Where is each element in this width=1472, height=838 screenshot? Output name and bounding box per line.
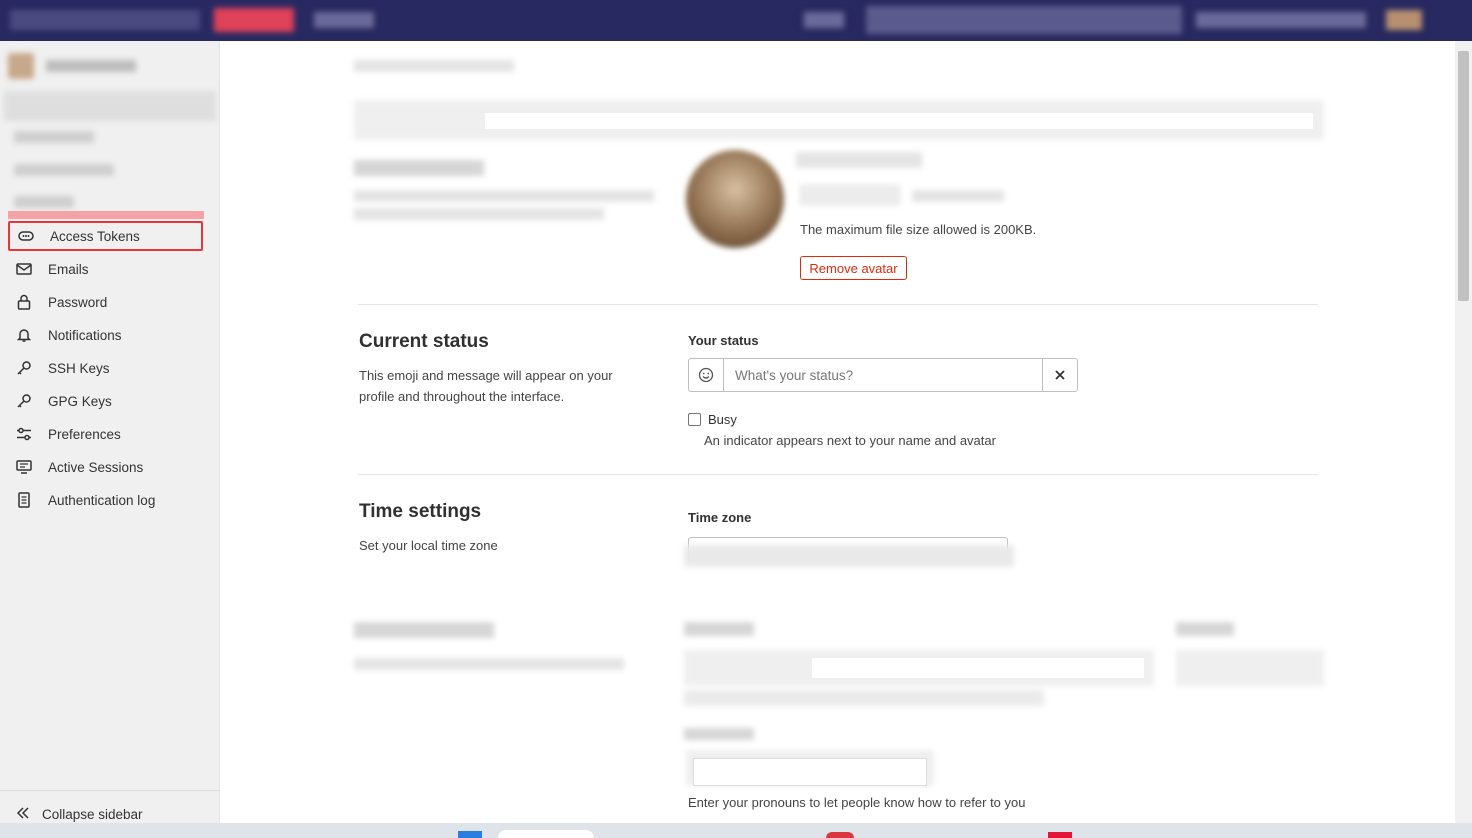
avatar-section-title	[354, 160, 484, 176]
time-section-desc: Set your local time zone	[359, 538, 498, 553]
page-scrollbar[interactable]	[1455, 41, 1472, 823]
avatar-max-size-text: The maximum file size allowed is 200KB.	[800, 222, 1037, 237]
os-taskbar	[0, 823, 1472, 838]
smiley-icon	[698, 367, 714, 383]
main-settings-title	[354, 622, 494, 638]
collapse-sidebar-label: Collapse sidebar	[42, 807, 143, 822]
sidebar-item-label: Password	[48, 294, 108, 310]
start-button[interactable]	[458, 831, 482, 838]
field-label-blurred-1	[684, 622, 754, 636]
status-input-group	[688, 358, 1078, 392]
taskbar-app-icon[interactable]	[1048, 832, 1072, 838]
sidebar-item-password[interactable]: Password	[8, 287, 203, 317]
page-header-field	[484, 112, 1314, 130]
sidebar-item-label: SSH Keys	[48, 360, 110, 376]
field-input-inner	[812, 658, 1144, 678]
divider	[358, 474, 1318, 475]
sidebar-item-label: Notifications	[48, 327, 122, 343]
sidebar-item-label: Preferences	[48, 426, 121, 442]
monitor-icon	[16, 459, 32, 475]
user-avatar[interactable]	[1386, 10, 1422, 30]
search-input[interactable]	[866, 6, 1182, 34]
bell-icon	[16, 327, 32, 343]
sidebar-item-label: GPG Keys	[48, 393, 112, 409]
sidebar-item-authentication-log[interactable]: Authentication log	[8, 485, 203, 515]
settings-sidebar: Access Tokens Emails Password Notificati…	[0, 41, 220, 838]
double-chevron-left-icon	[16, 807, 32, 822]
pronouns-help-text: Enter your pronouns to let people know h…	[688, 795, 1026, 810]
nav-create[interactable]	[804, 12, 844, 28]
sidebar-item-access-tokens[interactable]: Access Tokens	[8, 221, 203, 251]
field-help-blurred-1	[684, 690, 1044, 706]
sidebar-item-label: Authentication log	[48, 492, 156, 508]
log-icon	[16, 492, 32, 508]
sidebar-item-profile[interactable]	[4, 91, 216, 121]
sidebar-item-emails[interactable]: Emails	[8, 254, 203, 284]
field-label-blurred-2	[1176, 622, 1234, 636]
avatar-section-desc-2	[354, 208, 604, 220]
user-avatar-large	[686, 150, 784, 248]
breadcrumb	[354, 60, 514, 72]
main-settings-desc	[354, 658, 624, 670]
time-zone-label: Time zone	[688, 510, 752, 525]
sidebar-item-preferences[interactable]: Preferences	[8, 419, 203, 449]
top-navbar	[0, 0, 1472, 41]
clear-status-button[interactable]	[1042, 359, 1077, 391]
pronouns-input[interactable]	[693, 758, 927, 786]
lock-icon	[16, 294, 32, 310]
user-name	[46, 60, 136, 72]
avatar-section-desc	[354, 190, 654, 202]
time-zone-select-value	[684, 545, 1014, 567]
sidebar-item-blurred-3[interactable]	[14, 196, 74, 208]
time-section-title: Time settings	[359, 501, 482, 522]
remove-avatar-button[interactable]: Remove avatar	[800, 256, 907, 280]
close-icon	[1055, 370, 1065, 380]
busy-label: Busy	[708, 412, 737, 427]
brand-logo[interactable]	[10, 10, 200, 30]
sidebar-item-label: Active Sessions	[48, 459, 144, 475]
mail-icon	[16, 261, 32, 277]
sidebar-item-blurred-1[interactable]	[14, 131, 94, 143]
status-section-desc: This emoji and message will appear on yo…	[359, 368, 613, 404]
busy-checkbox[interactable]	[688, 413, 701, 426]
highlight-bleed	[8, 211, 204, 219]
user-avatar-small	[8, 53, 34, 79]
nav-badge[interactable]	[214, 8, 294, 32]
status-message-input[interactable]	[724, 359, 1042, 391]
nav-icons[interactable]	[1196, 12, 1366, 28]
nav-menu[interactable]	[314, 12, 374, 28]
token-icon	[18, 228, 34, 244]
key-icon	[16, 393, 32, 409]
your-status-label: Your status	[688, 333, 759, 348]
taskbar-app-icon[interactable]	[826, 832, 854, 838]
sidebar-item-ssh-keys[interactable]: SSH Keys	[8, 353, 203, 383]
sidebar-item-blurred-2[interactable]	[14, 164, 114, 176]
preferences-icon	[16, 426, 32, 442]
choose-file-button[interactable]	[800, 185, 900, 205]
pronouns-label-blurred	[684, 728, 754, 740]
sidebar-item-gpg-keys[interactable]: GPG Keys	[8, 386, 203, 416]
field-input-blurred-2[interactable]	[1176, 650, 1324, 686]
status-section-title: Current status	[359, 331, 489, 352]
sidebar-item-notifications[interactable]: Notifications	[8, 320, 203, 350]
divider	[358, 304, 1318, 305]
no-file-chosen-text	[912, 190, 1004, 202]
scrollbar-thumb[interactable]	[1458, 51, 1469, 301]
sidebar-item-active-sessions[interactable]: Active Sessions	[8, 452, 203, 482]
busy-help-text: An indicator appears next to your name a…	[704, 433, 996, 448]
taskbar-search[interactable]	[498, 830, 594, 838]
avatar-upload-title	[796, 152, 922, 168]
key-icon	[16, 360, 32, 376]
sidebar-item-label: Access Tokens	[50, 228, 140, 244]
emoji-picker-button[interactable]	[689, 359, 724, 391]
sidebar-item-label: Emails	[48, 261, 89, 277]
